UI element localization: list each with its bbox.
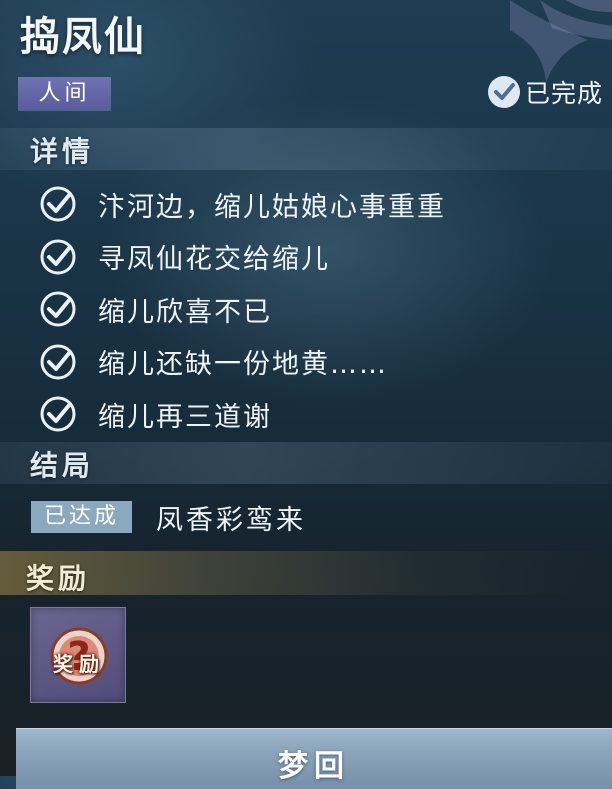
- achieved-badge: 已达成: [31, 501, 132, 533]
- check-icon: [40, 396, 76, 432]
- details-heading: 详情: [30, 135, 95, 168]
- realm-tag: 人间: [18, 77, 111, 111]
- quest-panel: 捣凤仙 人间 已完成 详情 汴河边，缩儿姑娘心事重重 寻凤仙花交给缩儿 缩儿欣喜…: [0, 0, 612, 789]
- check-icon: [40, 291, 76, 327]
- detail-item: 缩儿还缺一份地黄……: [38, 336, 598, 389]
- ending-row: 已达成 凤香彩鸾来: [31, 499, 306, 536]
- quest-title: 捣凤仙: [20, 14, 146, 60]
- check-icon: [40, 239, 76, 275]
- detail-text: 汴河边，缩儿姑娘心事重重: [98, 191, 446, 223]
- ending-heading: 结局: [30, 449, 95, 482]
- reward-header-band: [0, 551, 612, 595]
- check-icon: [40, 186, 76, 222]
- reward-item-label: 奖励: [53, 652, 105, 676]
- status-label: 已完成: [525, 79, 604, 108]
- completed-check-icon: [488, 76, 520, 108]
- detail-text: 缩儿还缺一份地黄……: [98, 349, 388, 381]
- detail-item: 寻凤仙花交给缩儿: [38, 231, 598, 284]
- quest-status: 已完成: [487, 74, 603, 110]
- ending-text: 凤香彩鸾来: [156, 504, 306, 536]
- detail-text: 缩儿欣喜不已: [98, 296, 272, 328]
- detail-text: 寻凤仙花交给缩儿: [98, 244, 330, 276]
- detail-text: 缩儿再三道谢: [98, 401, 272, 433]
- reward-heading: 奖励: [26, 562, 91, 595]
- wing-decoration-icon: [510, 0, 612, 82]
- detail-item: 缩儿再三道谢: [38, 388, 598, 441]
- dream-return-button[interactable]: 梦回: [16, 728, 612, 789]
- detail-item: 汴河边，缩儿姑娘心事重重: [38, 178, 598, 231]
- check-icon: [40, 344, 76, 380]
- dream-return-label: 梦回: [278, 749, 350, 784]
- details-list: 汴河边，缩儿姑娘心事重重 寻凤仙花交给缩儿 缩儿欣喜不已 缩儿还缺一份地黄……: [38, 178, 598, 441]
- detail-item: 缩儿欣喜不已: [38, 283, 598, 336]
- reward-item-slot[interactable]: ? 奖励: [30, 607, 126, 703]
